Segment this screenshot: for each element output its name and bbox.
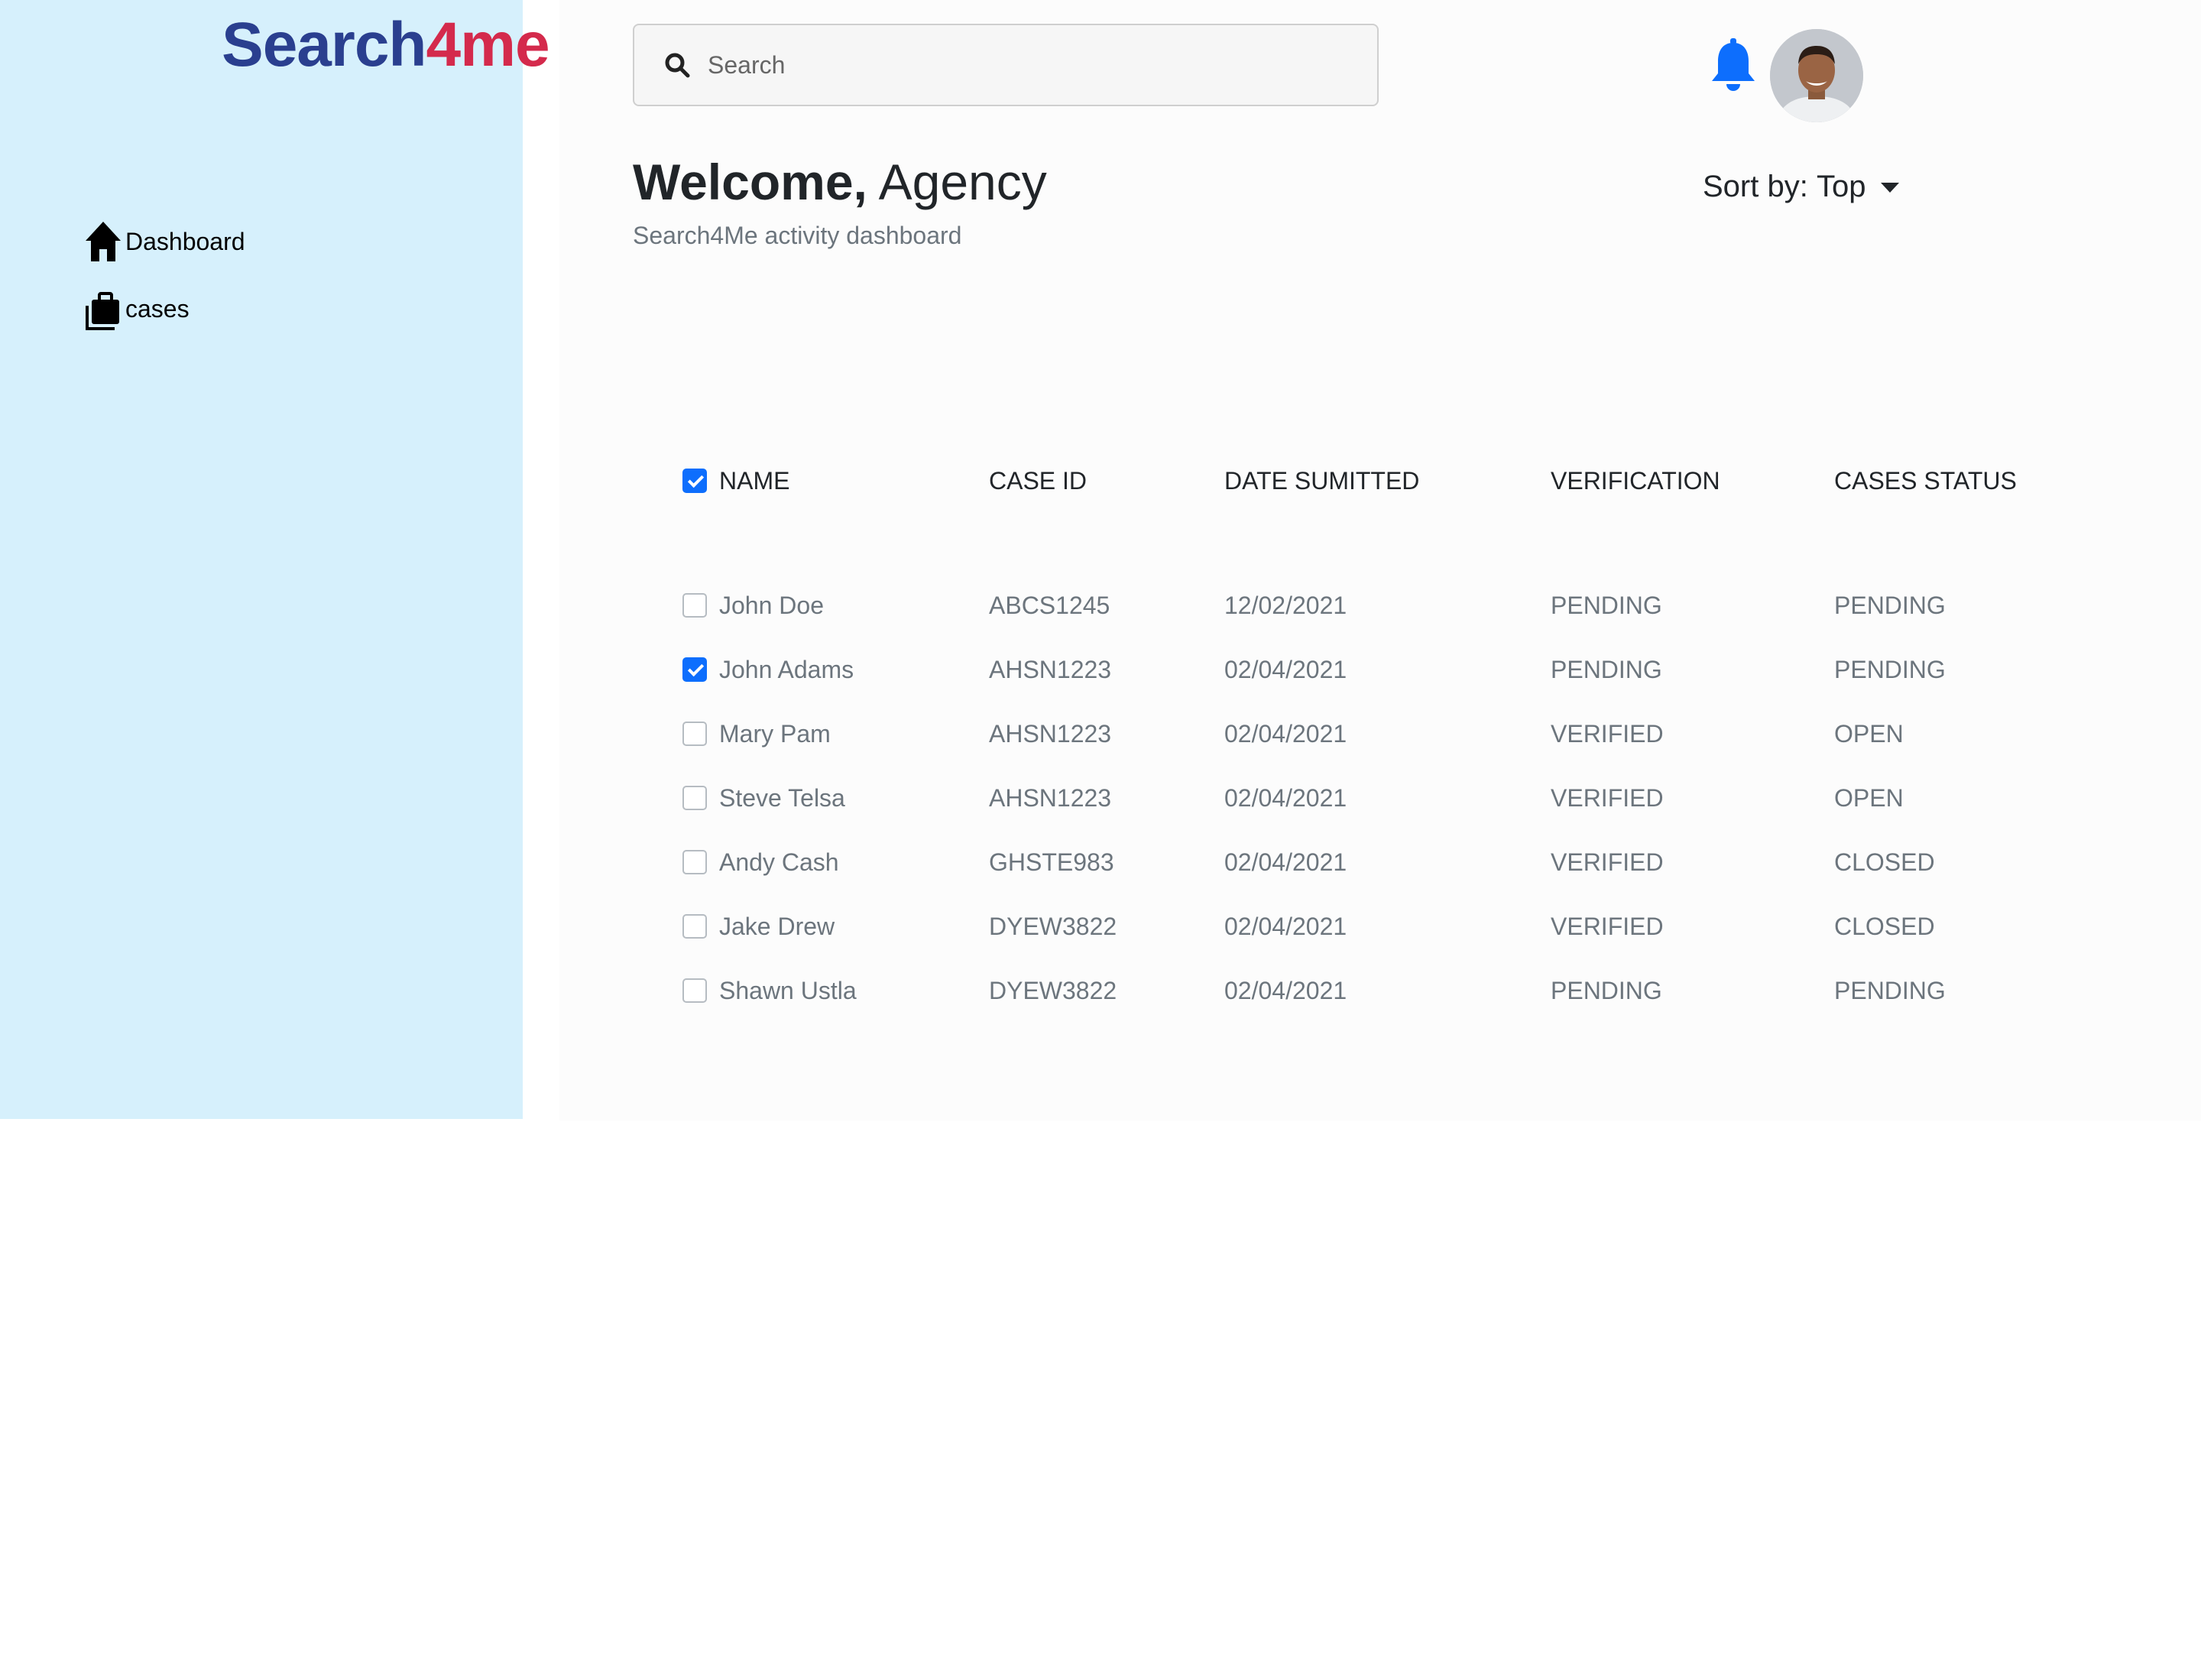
row-checkbox[interactable]: [682, 786, 707, 810]
home-icon: [84, 220, 122, 263]
row-checkbox[interactable]: [682, 657, 707, 682]
row-checkbox[interactable]: [682, 850, 707, 874]
bell-icon[interactable]: [1709, 38, 1758, 93]
cell-case-id: DYEW3822: [989, 977, 1117, 1004]
cell-date: 02/04/2021: [1224, 977, 1347, 1004]
sort-dropdown[interactable]: Sort by: Top: [1703, 170, 1900, 204]
row-checkbox[interactable]: [682, 978, 707, 1003]
brand-logo[interactable]: Search4me: [222, 14, 550, 76]
cell-status: PENDING: [1834, 592, 1946, 619]
cell-verification: VERIFIED: [1551, 720, 1664, 748]
cell-status: OPEN: [1834, 720, 1904, 748]
cell-status: OPEN: [1834, 784, 1904, 812]
cell-verification: PENDING: [1551, 656, 1662, 683]
row-checkbox[interactable]: [682, 593, 707, 618]
user-name: Agency: [878, 154, 1047, 210]
logo-text-4me: 4me: [426, 10, 550, 79]
cell-name: Jake Drew: [719, 913, 835, 940]
cell-verification: PENDING: [1551, 977, 1662, 1004]
table-row[interactable]: Andy Cash GHSTE983 02/04/2021 VERIFIED C…: [0, 839, 2201, 885]
cell-verification: PENDING: [1551, 592, 1662, 619]
cell-case-id: AHSN1223: [989, 656, 1112, 683]
column-header-status[interactable]: CASES STATUS: [1834, 458, 2017, 504]
page-subtitle: Search4Me activity dashboard: [633, 222, 962, 249]
sidebar: Search4me Dashboard cases: [0, 0, 550, 1119]
table-row[interactable]: John Doe ABCS1245 12/02/2021 PENDING PEN…: [0, 582, 2201, 628]
cell-name: John Doe: [719, 592, 824, 619]
caret-down-icon: [1881, 183, 1900, 193]
cell-status: PENDING: [1834, 656, 1946, 683]
sidebar-item-dashboard[interactable]: Dashboard: [84, 217, 245, 266]
column-header-case-id[interactable]: CASE ID: [989, 458, 1087, 504]
sidebar-item-label: Dashboard: [125, 227, 245, 255]
cell-date: 02/04/2021: [1224, 848, 1347, 876]
table-row[interactable]: Steve Telsa AHSN1223 02/04/2021 VERIFIED…: [0, 775, 2201, 821]
cell-date: 02/04/2021: [1224, 720, 1347, 748]
cell-case-id: ABCS1245: [989, 592, 1110, 619]
table-header-row: NAME CASE ID DATE SUMITTED VERIFICATION …: [0, 458, 2201, 504]
welcome-text: Welcome,: [633, 154, 867, 210]
sort-value: Top: [1816, 170, 1866, 203]
cell-name: Mary Pam: [719, 720, 831, 748]
cell-name: Shawn Ustla: [719, 977, 857, 1004]
logo-text-search: Search: [222, 10, 427, 79]
cell-case-id: AHSN1223: [989, 784, 1112, 812]
select-all-checkbox[interactable]: [682, 469, 707, 493]
column-header-verification[interactable]: VERIFICATION: [1551, 458, 1720, 504]
briefcase-icon: [84, 287, 122, 330]
cell-verification: VERIFIED: [1551, 848, 1664, 876]
sidebar-item-label: cases: [125, 294, 190, 323]
table-row[interactable]: Mary Pam AHSN1223 02/04/2021 VERIFIED OP…: [0, 711, 2201, 757]
column-header-name[interactable]: NAME: [719, 458, 789, 504]
cell-date: 02/04/2021: [1224, 656, 1347, 683]
cell-verification: VERIFIED: [1551, 913, 1664, 940]
cell-date: 02/04/2021: [1224, 913, 1347, 940]
row-checkbox[interactable]: [682, 722, 707, 746]
search-bar[interactable]: [633, 24, 1379, 106]
table-row[interactable]: Jake Drew DYEW3822 02/04/2021 VERIFIED C…: [0, 903, 2201, 949]
cell-verification: VERIFIED: [1551, 784, 1664, 812]
table-row[interactable]: John Adams AHSN1223 02/04/2021 PENDING P…: [0, 647, 2201, 692]
cell-status: PENDING: [1834, 977, 1946, 1004]
sort-label: Sort by:: [1703, 170, 1808, 203]
table-row[interactable]: Shawn Ustla DYEW3822 02/04/2021 PENDING …: [0, 968, 2201, 1014]
cell-case-id: AHSN1223: [989, 720, 1112, 748]
cell-status: CLOSED: [1834, 848, 1935, 876]
cell-date: 02/04/2021: [1224, 784, 1347, 812]
cell-case-id: DYEW3822: [989, 913, 1117, 940]
cell-name: Steve Telsa: [719, 784, 845, 812]
column-header-date[interactable]: DATE SUMITTED: [1224, 458, 1419, 504]
sidebar-item-cases[interactable]: cases: [84, 284, 190, 333]
search-input[interactable]: [706, 50, 1336, 80]
cell-case-id: GHSTE983: [989, 848, 1114, 876]
cell-name: Andy Cash: [719, 848, 839, 876]
cell-status: CLOSED: [1834, 913, 1935, 940]
cell-name: John Adams: [719, 656, 854, 683]
cell-date: 12/02/2021: [1224, 592, 1347, 619]
row-checkbox[interactable]: [682, 914, 707, 939]
page-title: Welcome, Agency: [633, 154, 1047, 210]
search-icon: [663, 51, 691, 79]
avatar[interactable]: [1770, 29, 1863, 122]
